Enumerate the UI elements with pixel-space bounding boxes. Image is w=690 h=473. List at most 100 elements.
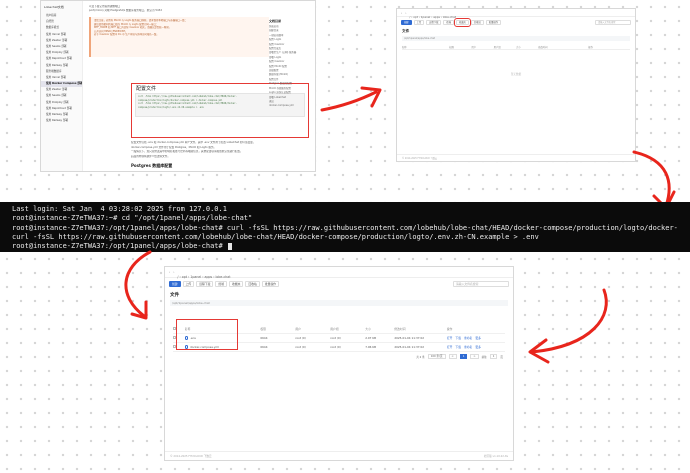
new-files-highlight bbox=[176, 319, 238, 350]
page-size-select[interactable]: 100 条/页 bbox=[427, 354, 446, 359]
files-screenshot: ‹ › / › opt › 1panel › apps › lobe-chat … bbox=[164, 266, 514, 461]
column-header: 用户组 bbox=[493, 45, 501, 49]
warning-line: 对于 Casdoor 配置中 Do 中 生产环境与外网访问域名一致。 bbox=[94, 33, 159, 37]
docs-sidebar: Lobechat文档 用户指南 自托管 数据库模式 使用 Vercel 部署 使用 Ze… bbox=[41, 1, 83, 171]
action-link[interactable]: 重命名 bbox=[464, 336, 472, 340]
page-word: 页 bbox=[500, 355, 503, 359]
toolbar-button[interactable]: 收藏夹 bbox=[454, 17, 471, 27]
footer: © 2014-2025 FIT2CLOUD 飞致云 bbox=[397, 154, 635, 161]
column-header: 大小 bbox=[515, 45, 521, 49]
docs-intro-2: port(minio) 对映 PostgreSQL 数据库服务端口，默认为 54… bbox=[89, 9, 162, 12]
terminal-line: root@instance-Z7eTWA37:~# cd "/opt/1pane… bbox=[12, 214, 253, 223]
empty-placeholder: 暂无数据 bbox=[510, 73, 522, 76]
copyright: © 2014-2025 FIT2CLOUD 飞致云 bbox=[402, 157, 438, 160]
forward-icon[interactable]: › bbox=[405, 11, 406, 15]
path-display[interactable]: /opt/1panel/apps/lobe-chat bbox=[402, 36, 630, 41]
column-header: 名称 bbox=[402, 45, 407, 49]
next-page-button[interactable]: > bbox=[470, 354, 479, 359]
goto-label: 前往 bbox=[481, 355, 487, 359]
toolbar-button[interactable]: 终端 bbox=[443, 19, 455, 25]
row-actions: 打开 下载 重命名 更多 bbox=[447, 336, 505, 340]
docs-paragraph-line: 后面的内容将逐步介绍这些文件。 bbox=[131, 154, 170, 158]
back-icon[interactable]: ‹ bbox=[401, 11, 402, 15]
version: 社区版 v1.10.22-lts bbox=[483, 455, 508, 458]
terminal-line: curl -fsSL https://raw.githubusercontent… bbox=[12, 232, 539, 241]
cell-perm: 0644 bbox=[260, 345, 268, 349]
docs-subheading: Postgres 数据库配置 bbox=[131, 163, 173, 168]
column-header: 用户 bbox=[295, 327, 301, 331]
prev-page-button[interactable]: < bbox=[448, 354, 457, 359]
toolbar-button[interactable]: 上传 bbox=[413, 19, 425, 25]
docs-paragraph-line: 配置文件包括 .env 和 docker-compose.yml 两个文件，其中… bbox=[131, 141, 256, 144]
breadcrumb-item[interactable]: 1panel bbox=[190, 275, 201, 279]
back-icon[interactable]: ‹ bbox=[169, 270, 170, 274]
row-actions: 打开 下载 重命名 更多 bbox=[447, 345, 505, 349]
toolbar-button[interactable]: 回收站 bbox=[245, 281, 260, 287]
action-link[interactable]: 重命名 bbox=[464, 345, 472, 349]
terminal-line: root@instance-Z7eTWA37:/opt/1panel/apps/… bbox=[12, 223, 678, 232]
cell-mtime: 2025-01-04 11:37:02 bbox=[394, 336, 425, 340]
total-count: 共 2 条 bbox=[416, 355, 425, 359]
folder-breadcrumb-bar: ‹ › / › opt › 1panel › apps › lobe-chat bbox=[397, 9, 635, 19]
toolbar-button[interactable]: 批量操作 bbox=[261, 281, 280, 287]
arrow-terminal-to-files bbox=[124, 250, 152, 320]
forward-icon[interactable]: › bbox=[173, 270, 174, 274]
toolbar-button[interactable]: 创建 bbox=[169, 281, 181, 287]
action-link[interactable]: 打开 bbox=[447, 336, 453, 340]
files-breadcrumb-bar: ‹ › / › opt › 1panel › apps › lobe-chat bbox=[165, 267, 513, 279]
column-header: 权限 bbox=[260, 327, 266, 331]
cell-group: root (0) bbox=[330, 345, 341, 349]
column-header: 修改时间 bbox=[394, 327, 406, 331]
breadcrumb-item[interactable]: apps bbox=[433, 15, 440, 19]
action-link[interactable]: 下载 bbox=[455, 336, 461, 340]
page-1-button[interactable]: 1 bbox=[459, 354, 468, 359]
cell-mtime: 2025-01-04 11:37:02 bbox=[394, 345, 425, 349]
cell-group: root (0) bbox=[330, 336, 341, 340]
action-link[interactable]: 更多 bbox=[475, 336, 481, 340]
files-title: 文件 bbox=[170, 293, 180, 298]
terminal-prompt-line: root@instance-Z7eTWA37:/opt/1panel/apps/… bbox=[12, 242, 678, 251]
file-search-input[interactable]: 请输入文件名搜索 bbox=[595, 19, 631, 25]
goto-page-input[interactable]: 1 bbox=[489, 354, 498, 359]
action-link[interactable]: 打开 bbox=[447, 345, 453, 349]
docs-after-text: 配置文件包括 .env 和 docker-compose.yml 两个文件，其中… bbox=[131, 141, 271, 159]
docs-screenshot: Lobechat文档 用户指南 自托管 数据库模式 使用 Vercel 部署 使用 Ze… bbox=[40, 0, 316, 172]
file-table-header: 名称 权限 用户 用户组 大小 修改时间 操作 bbox=[402, 44, 630, 50]
toolbar-button[interactable]: 批量操作 bbox=[485, 19, 502, 25]
toolbar-button[interactable]: 回收站 bbox=[470, 19, 484, 25]
action-link[interactable]: 下载 bbox=[455, 345, 461, 349]
toolbar-button[interactable]: 终端 bbox=[215, 281, 228, 287]
path-display[interactable]: /opt/1panel/apps/lobe-chat bbox=[170, 300, 508, 306]
terminal-cursor bbox=[227, 242, 232, 250]
column-header: 操作 bbox=[446, 327, 453, 331]
terminal[interactable]: Last login: Sat Jan 4 03:28:02 2025 from… bbox=[0, 202, 690, 252]
column-header: 用户 bbox=[471, 45, 477, 49]
docs-toc: 文档目录 快速启动 创建目录 一键启动脚本 配置 Logto 配置 Casdoor 配置完… bbox=[269, 19, 315, 109]
cell-user: root (0) bbox=[295, 336, 306, 340]
cell-size: 7.96 KB bbox=[365, 345, 377, 349]
breadcrumb-item[interactable]: 1panel bbox=[421, 15, 431, 19]
column-header: 权限 bbox=[449, 45, 454, 49]
toc-item[interactable]: docker-compose.yml bbox=[269, 104, 315, 108]
toolbar-button[interactable]: 上传 bbox=[182, 281, 195, 287]
arrow-docs-to-folder bbox=[320, 86, 382, 112]
pagination: 共 2 条 100 条/页 < 1 > 前往 1 页 bbox=[416, 354, 503, 359]
cell-perm: 0644 bbox=[260, 336, 268, 340]
empty-folder-screenshot: ‹ › / › opt › 1panel › apps › lobe-chat … bbox=[396, 8, 636, 162]
toolbar-button[interactable]: 远程下载 bbox=[196, 281, 214, 287]
footer: © 2014-2025 FIT2CLOUD 飞致云 社区版 v1.10.22-l… bbox=[165, 451, 513, 460]
cell-user: root (0) bbox=[295, 345, 306, 349]
toolbar-button[interactable]: 远程下载 bbox=[426, 19, 442, 25]
sidebar-item[interactable]: 使用 Railway 部署 bbox=[41, 118, 82, 124]
toolbar-button[interactable]: 收藏夹 bbox=[229, 281, 244, 287]
file-search-input[interactable]: 请输入文件名搜索 bbox=[453, 281, 509, 287]
action-link[interactable]: 更多 bbox=[475, 345, 481, 349]
breadcrumb-item[interactable]: lobe-chat bbox=[216, 275, 231, 279]
column-header: 操作 bbox=[588, 45, 593, 49]
docs-brand[interactable]: Lobechat文档 bbox=[41, 1, 82, 13]
arrow-to-files-table bbox=[528, 288, 608, 364]
docs-section-title: 配置文件 bbox=[136, 86, 157, 92]
toolbar-button[interactable]: 创建 bbox=[401, 19, 412, 25]
breadcrumb-item[interactable]: lobe-chat bbox=[443, 15, 456, 19]
column-header: 大小 bbox=[365, 327, 371, 331]
